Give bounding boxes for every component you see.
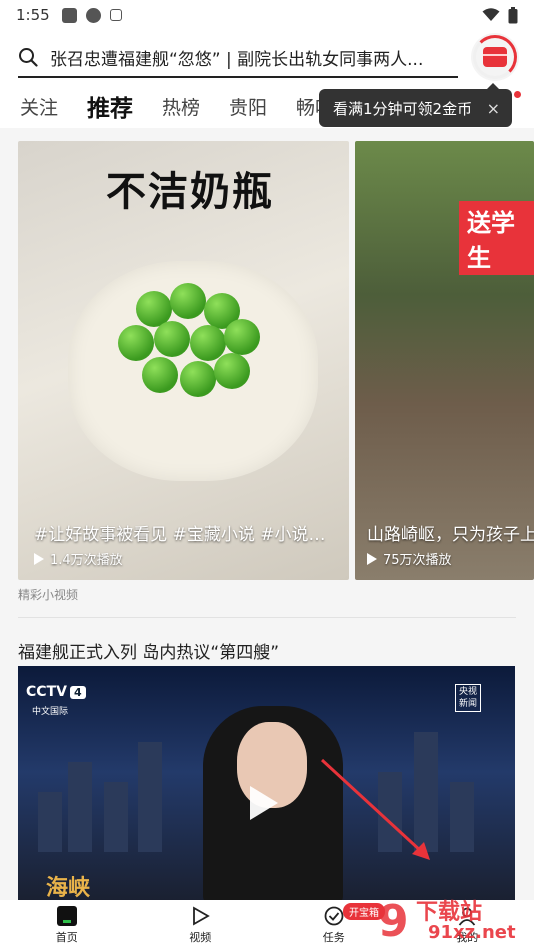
battery-icon [508, 6, 518, 23]
wifi-icon [482, 8, 500, 21]
video-card[interactable]: 不洁奶瓶 #让好故事被看见 #宝藏小说 #小说推... 1.4万次播放 [18, 141, 349, 580]
nav-label: 首页 [55, 930, 78, 944]
status-bar: 1:55 [0, 0, 534, 30]
news-video[interactable]: CCTV 4 中文国际 央视 新闻 海峡 [18, 666, 515, 902]
news-title[interactable]: 福建舰正式入列 岛内热议“第四艘” [18, 638, 279, 663]
tab-follow[interactable]: 关注 [20, 93, 58, 120]
svg-text:9: 9 [378, 896, 409, 947]
status-right [482, 6, 518, 24]
cover-decoration [142, 357, 178, 393]
video-title: 山路崎岖，只为孩子上学 [367, 525, 534, 545]
channel-logo-text: CCTV [26, 684, 67, 700]
play-count-text: 75万次播放 [383, 553, 452, 568]
section-label: 精彩小视频 [18, 588, 79, 602]
corner-logo-line2: 新闻 [458, 699, 477, 709]
feed: 不洁奶瓶 #让好故事被看见 #宝藏小说 #小说推... 1.4万次播放 送学生 … [0, 128, 534, 902]
video-title: #让好故事被看见 #宝藏小说 #小说推... [34, 525, 339, 545]
skyline-decoration [68, 762, 92, 852]
red-arrow-icon [320, 758, 430, 860]
bottom-caption: 海峡 [46, 876, 91, 901]
search-bar[interactable]: 张召忠遭福建舰“忽悠” | 副院长出轨女同事两人... [18, 38, 458, 78]
home-icon [56, 905, 77, 926]
play-count: 75万次播放 [367, 549, 452, 568]
tooltip-text: 看满1分钟可领2金币 [333, 99, 473, 118]
search-icon [19, 48, 38, 67]
cover-caption: 不洁奶瓶 [106, 169, 274, 215]
check-circle-icon [324, 906, 344, 925]
skyline-decoration [104, 782, 128, 852]
nav-home[interactable]: 首页 [0, 900, 134, 950]
channel-name: 中文国际 [32, 707, 69, 717]
video-card[interactable]: 送学生 山路崎岖，只为孩子上学 75万次播放 [355, 141, 534, 580]
cover-decoration [154, 321, 190, 357]
tooltip-close-icon[interactable]: × [487, 99, 500, 118]
play-icon[interactable] [250, 786, 278, 820]
nav-video[interactable]: 视频 [134, 900, 268, 950]
site-watermark: 9 下载站 91xz.net [376, 890, 534, 950]
app-notification-icon [85, 7, 101, 23]
tab-hot-list[interactable]: 热榜 [162, 93, 200, 120]
corner-logo-line1: 央视 [458, 687, 477, 697]
play-icon [34, 552, 44, 565]
search-query: 张召忠遭福建舰“忽悠” | 副院长出轨女同事两人... [50, 49, 424, 70]
cover-decoration [214, 353, 250, 389]
tab-guiyang[interactable]: 贵阳 [229, 93, 267, 120]
reward-tooltip: 看满1分钟可领2金币 × [319, 83, 512, 127]
play-icon [193, 905, 211, 926]
tab-new-dot [514, 91, 521, 98]
status-time: 1:55 [16, 6, 50, 24]
treasure-chest-icon [483, 47, 507, 67]
nav-label: 任务 [322, 930, 345, 944]
channel-logo: CCTV 4 [26, 684, 86, 700]
watermark-logo-icon: 9 [378, 896, 409, 947]
skyline-decoration [38, 792, 62, 852]
watermark-line2: 91xz.net [428, 922, 516, 943]
tab-recommend[interactable]: 推荐 [87, 89, 133, 123]
treasure-chest-button[interactable] [471, 33, 519, 81]
play-count-text: 1.4万次播放 [50, 553, 123, 568]
corner-logo: 央视 新闻 [455, 684, 481, 712]
skyline-decoration [450, 782, 474, 852]
cover-decoration [224, 319, 260, 355]
channel-number: 4 [69, 686, 86, 699]
play-icon [367, 552, 377, 565]
skyline-decoration [138, 742, 162, 852]
font-notification-icon [109, 9, 122, 21]
cover-decoration [180, 361, 216, 397]
play-count: 1.4万次播放 [34, 549, 123, 568]
cover-caption: 送学生 [459, 201, 534, 275]
notification-icon [61, 7, 77, 23]
divider [18, 617, 516, 618]
nav-label: 视频 [189, 930, 212, 944]
cover-decoration [118, 325, 154, 361]
cover-decoration [170, 283, 206, 319]
